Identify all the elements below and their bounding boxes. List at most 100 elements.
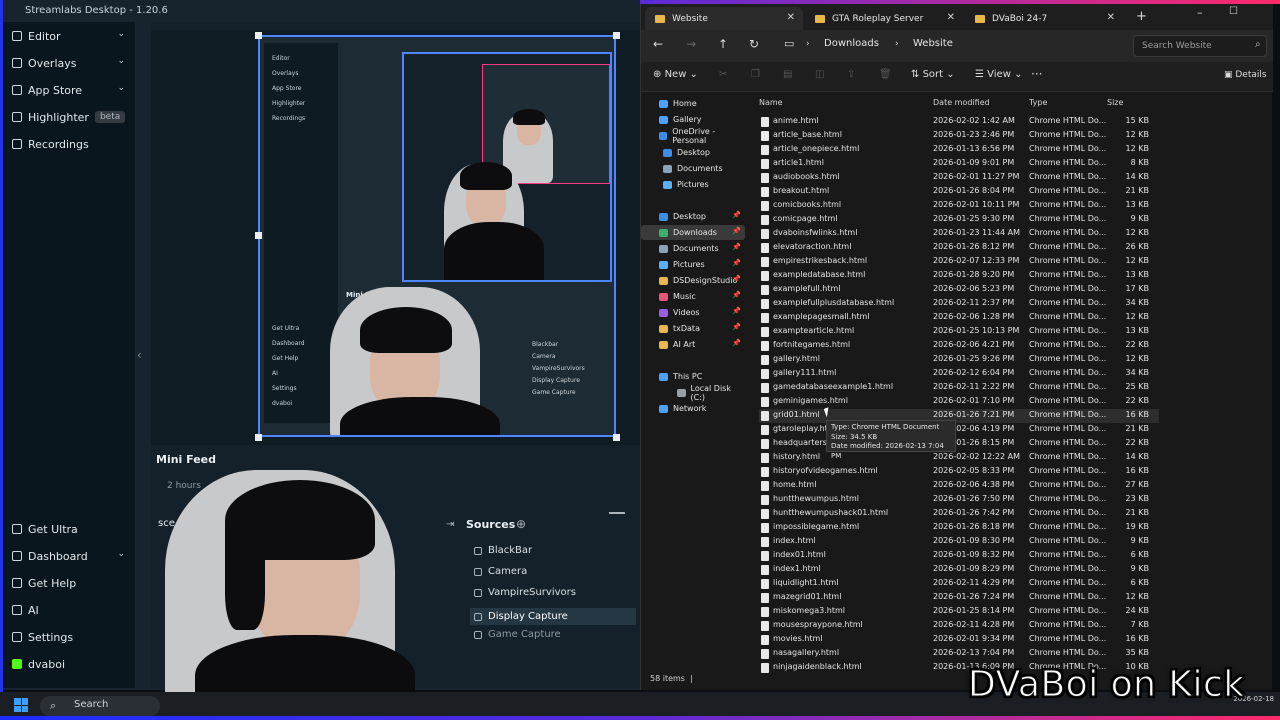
source-item[interactable]: VampireSurvivors	[474, 587, 576, 598]
cut-icon[interactable]: ✂	[719, 69, 727, 80]
sidebar-item-dashboard[interactable]: Dashboard ⌄	[3, 544, 135, 568]
file-row[interactable]: movies.html 2026-02-01 9:34 PM Chrome HTML…	[759, 633, 1159, 647]
nav-item-home[interactable]: Home	[641, 96, 745, 111]
sidebar-item-dvaboi[interactable]: dvaboi	[3, 652, 135, 676]
nav-item-dsdesignstudio[interactable]: DSDesignStudio 📌	[641, 273, 745, 288]
file-row[interactable]: comicbooks.html 2026-02-01 10:11 PM Chrome…	[759, 199, 1159, 213]
chevron-down-icon[interactable]: ⌄	[117, 549, 125, 559]
sidebar-item-ai[interactable]: AI	[3, 598, 135, 622]
file-row[interactable]: audiobooks.html 2026-02-01 11:27 PM Chrome…	[759, 171, 1159, 185]
back-icon[interactable]: ←	[653, 37, 663, 51]
file-row[interactable]: huntthewumpushack01.html 2026-01-26 7:42 …	[759, 507, 1159, 521]
chevron-down-icon[interactable]: ⌄	[117, 56, 125, 66]
sort-button[interactable]: ⇅ Sort ⌄	[911, 69, 955, 80]
nav-item-onedrive-personal[interactable]: OneDrive - Personal	[641, 127, 745, 145]
nav-item-this-pc[interactable]: This PC	[641, 369, 745, 384]
start-icon[interactable]	[14, 698, 28, 712]
column-type[interactable]: Type	[1029, 98, 1047, 107]
chevron-down-icon[interactable]: ⌄	[117, 29, 125, 39]
nav-item-pictures[interactable]: Pictures 📌	[641, 257, 745, 272]
sidebar-item-get-ultra[interactable]: Get Ultra	[3, 517, 135, 541]
file-row[interactable]: article_base.html 2026-01-23 2:46 PM Chrom…	[759, 129, 1159, 143]
sidebar-item-overlays[interactable]: Overlays ⌄	[3, 51, 135, 75]
nav-item-videos[interactable]: Videos 📌	[641, 305, 745, 320]
more-icon[interactable]: ···	[1031, 67, 1042, 81]
nav-item-gallery[interactable]: Gallery	[641, 112, 745, 127]
close-tab-icon[interactable]: ✕	[1107, 12, 1115, 23]
nav-item-documents[interactable]: Documents	[641, 161, 745, 176]
file-row[interactable]: miskomega3.html 2026-01-25 8:14 PM Chrome …	[759, 605, 1159, 619]
file-row[interactable]: huntthewumpus.html 2026-01-26 7:50 PM Chro…	[759, 493, 1159, 507]
tab-dvaboi[interactable]: DVaBoi 24-7 ✕	[965, 7, 1123, 30]
file-row[interactable]: headquarters.html 2026-01-26 8:15 PM Chrom…	[759, 437, 1159, 451]
resize-handle-tl[interactable]	[255, 32, 262, 39]
monitor-icon[interactable]: ▭	[784, 37, 794, 50]
file-row[interactable]: article1.html 2026-01-09 9:01 PM Chrome HT…	[759, 157, 1159, 171]
breadcrumb-downloads[interactable]: Downloads	[824, 38, 879, 49]
sidebar-item-editor[interactable]: Editor ⌄	[3, 24, 135, 48]
file-row[interactable]: comicpage.html 2026-01-25 9:30 PM Chrome H…	[759, 213, 1159, 227]
column-date[interactable]: Date modified	[933, 98, 990, 107]
rename-icon[interactable]: ◫	[815, 69, 824, 80]
sidebar-item-get-help[interactable]: Get Help	[3, 571, 135, 595]
sidebar-item-highlighter[interactable]: Highlighter beta	[3, 105, 135, 129]
nav-item-documents[interactable]: Documents 📌	[641, 241, 745, 256]
file-row[interactable]: liquidlight1.html 2026-02-11 4:29 PM Chrom…	[759, 577, 1159, 591]
nav-item-local-disk-c-[interactable]: Local Disk (C:)	[641, 384, 745, 402]
sidebar-item-recordings[interactable]: Recordings	[3, 132, 135, 156]
file-row[interactable]: grid01.html 2026-01-26 7:21 PM Chrome HTML…	[759, 409, 1159, 423]
collapse-chevron-icon[interactable]: ‹	[137, 348, 142, 362]
file-row[interactable]: breakout.html 2026-01-26 8:04 PM Chrome HT…	[759, 185, 1159, 199]
file-row[interactable]: gtaroleplay.html 2026-02-06 4:19 PM Chrome…	[759, 423, 1159, 437]
new-button[interactable]: ⊕ New ⌄	[653, 69, 698, 80]
file-row[interactable]: examplefull.html 2026-02-06 5:23 PM Chrome…	[759, 283, 1159, 297]
file-row[interactable]: exampledatabase.html 2026-01-28 9:20 PM Ch…	[759, 269, 1159, 283]
details-button[interactable]: ▣ Details	[1224, 70, 1267, 80]
source-item[interactable]: Camera	[474, 566, 527, 577]
nav-item-pictures[interactable]: Pictures	[641, 177, 745, 192]
taskbar-search[interactable]: Search	[40, 696, 160, 716]
nav-item-music[interactable]: Music 📌	[641, 289, 745, 304]
file-row[interactable]: examplefullplusdatabase.html 2026-02-11 2…	[759, 297, 1159, 311]
source-item[interactable]: Display Capture	[470, 608, 636, 625]
file-row[interactable]: home.html 2026-02-06 4:38 PM Chrome HTML D…	[759, 479, 1159, 493]
delete-icon[interactable]: 🗑	[879, 69, 892, 80]
file-row[interactable]: examptearticle.html 2026-01-25 10:13 PM Ch…	[759, 325, 1159, 339]
file-row[interactable]: empirestrikesback.html 2026-02-07 12:33 P…	[759, 255, 1159, 269]
maximize-window-icon[interactable]: ☐	[1229, 6, 1238, 17]
resize-handle-bl[interactable]	[255, 434, 262, 441]
search-input[interactable]: Search Website	[1133, 35, 1267, 57]
file-row[interactable]: article_onepiece.html 2026-01-13 6:56 PM C…	[759, 143, 1159, 157]
breadcrumb-website[interactable]: Website	[913, 38, 953, 49]
file-row[interactable]: dvaboinsfwlinks.html 2026-01-23 11:44 AM C…	[759, 227, 1159, 241]
up-icon[interactable]: ↑	[718, 37, 728, 51]
file-row[interactable]: gamedatabaseexample1.html 2026-02-11 2:22…	[759, 381, 1159, 395]
paste-icon[interactable]: ▤	[783, 69, 792, 80]
file-row[interactable]: elevatoraction.html 2026-01-26 8:12 PM Chr…	[759, 241, 1159, 255]
nav-item-network[interactable]: Network	[641, 401, 745, 416]
sidebar-item-app-store[interactable]: App Store ⌄	[3, 78, 135, 102]
file-row[interactable]: nasagallery.html 2026-02-13 7:04 PM Chrome…	[759, 647, 1159, 661]
file-row[interactable]: mazegrid01.html 2026-01-26 7:24 PM Chrome …	[759, 591, 1159, 605]
file-row[interactable]: geminigames.html 2026-02-01 7:10 PM Chrome…	[759, 395, 1159, 409]
column-size[interactable]: Size	[1107, 98, 1123, 107]
file-row[interactable]: index01.html 2026-01-09 8:32 PM Chrome HTM…	[759, 549, 1159, 563]
nav-item-ai-art[interactable]: AI Art 📌	[641, 337, 745, 352]
tab-website[interactable]: Website ✕	[645, 7, 803, 30]
chevron-down-icon[interactable]: ⌄	[117, 83, 125, 93]
minimize-window-icon[interactable]: –	[1197, 6, 1203, 19]
source-item[interactable]: Game Capture	[474, 629, 561, 640]
display-capture-preview[interactable]: Editor Overlays App Store Highlighter Record…	[258, 35, 616, 437]
resize-handle-tr[interactable]	[613, 32, 620, 39]
file-row[interactable]: impossiblegame.html 2026-01-26 8:18 PM Chr…	[759, 521, 1159, 535]
view-button[interactable]: ☰ View ⌄	[975, 69, 1022, 80]
close-tab-icon[interactable]: ✕	[947, 12, 955, 23]
file-row[interactable]: index1.html 2026-01-09 8:29 PM Chrome HTML…	[759, 563, 1159, 577]
file-row[interactable]: gallery.html 2026-01-25 9:26 PM Chrome HTM…	[759, 353, 1159, 367]
file-row[interactable]: fortnitegames.html 2026-02-06 4:21 PM Chro…	[759, 339, 1159, 353]
copy-icon[interactable]: ❐	[751, 69, 760, 80]
file-row[interactable]: mousespraypone.html 2026-02-11 4:28 PM Chr…	[759, 619, 1159, 633]
tab-gta-roleplay[interactable]: GTA Roleplay Server ✕	[805, 7, 963, 30]
sidebar-item-settings[interactable]: Settings	[3, 625, 135, 649]
nav-item-downloads[interactable]: Downloads 📌	[641, 225, 745, 240]
